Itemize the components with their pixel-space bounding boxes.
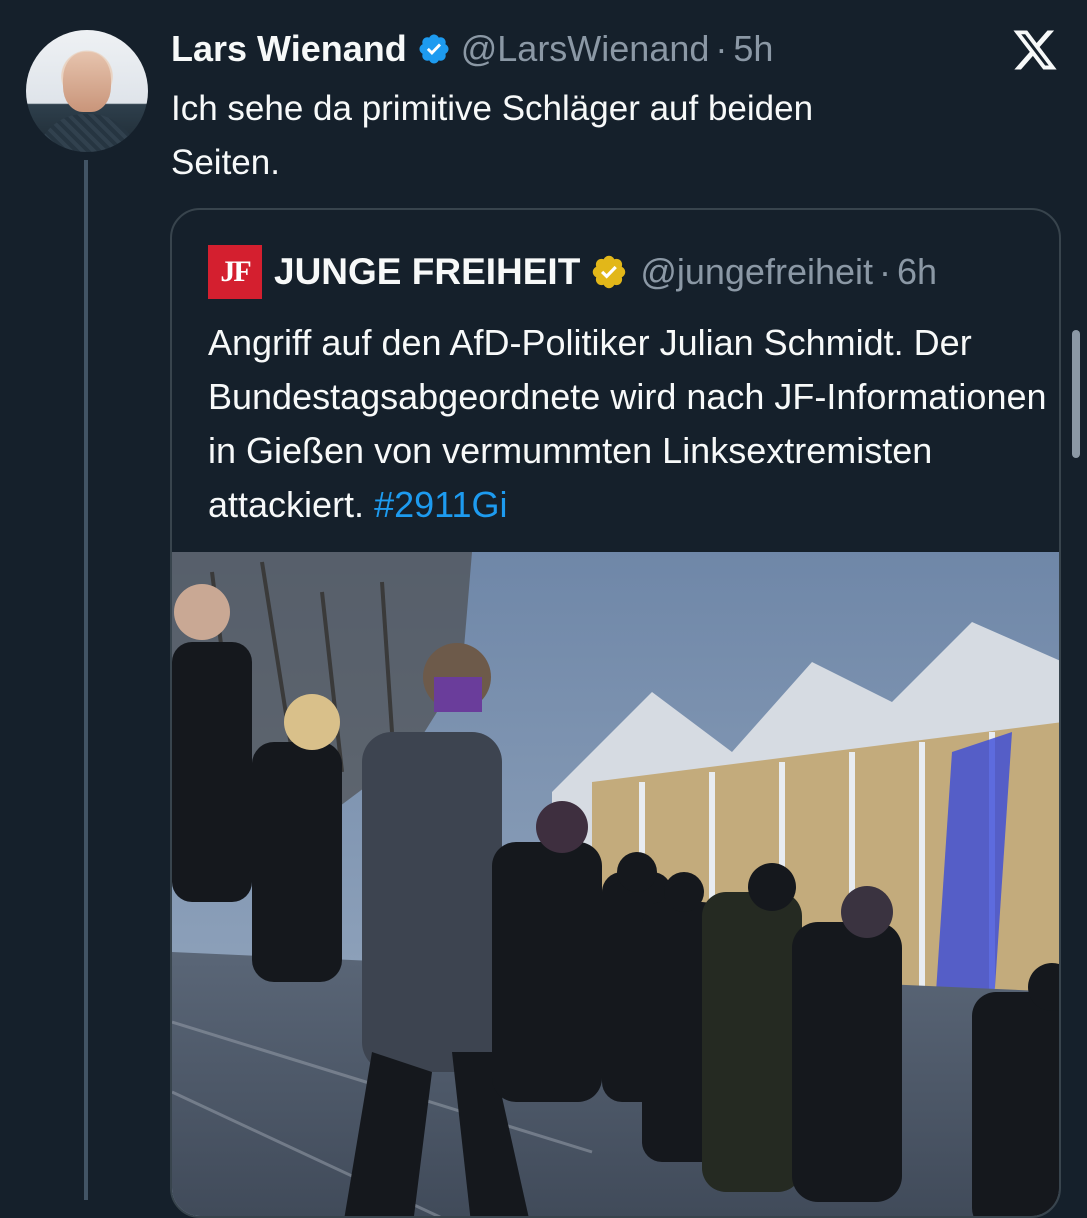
tweet-text: Ich sehe da primitive Schläger auf beide…: [171, 89, 814, 182]
quoted-author-name: JUNGE FREIHEIT: [274, 251, 581, 292]
quoted-separator: ·: [879, 251, 892, 292]
video-thumbnail[interactable]: [172, 552, 1059, 1216]
quoted-text: Angriff auf den AfD-Politiker Julian Sch…: [208, 316, 1048, 532]
x-logo-icon: [1013, 30, 1057, 70]
scrollbar[interactable]: [1072, 330, 1080, 458]
quoted-header: JF JUNGE FREIHEIT @jungefreiheit · 6h: [208, 245, 938, 299]
quoted-handle: @jungefreiheit: [640, 251, 874, 292]
author-handle[interactable]: @LarsWienand: [461, 28, 710, 70]
author-name[interactable]: Lars Wienand: [171, 28, 407, 70]
avatar-shirt: [36, 114, 138, 152]
jf-logo: JF: [208, 245, 262, 299]
tweet-time[interactable]: 5h: [733, 28, 773, 70]
blue-checkmark-icon: [419, 34, 449, 64]
street-scene-image: [172, 552, 1059, 1216]
quoted-body: Angriff auf den AfD-Politiker Julian Sch…: [208, 322, 1047, 525]
quoted-time: 6h: [897, 251, 938, 292]
quoted-tweet[interactable]: JF JUNGE FREIHEIT @jungefreiheit · 6h An…: [170, 208, 1061, 1218]
header-separator: ·: [715, 28, 728, 69]
thread-line: [84, 160, 88, 1200]
tweet-header: Lars Wienand @LarsWienand · 5h: [171, 28, 773, 70]
gold-checkmark-icon: [593, 255, 626, 289]
author-avatar[interactable]: [26, 30, 148, 152]
avatar-face: [63, 52, 111, 112]
hashtag-link[interactable]: #2911Gi: [374, 484, 507, 525]
